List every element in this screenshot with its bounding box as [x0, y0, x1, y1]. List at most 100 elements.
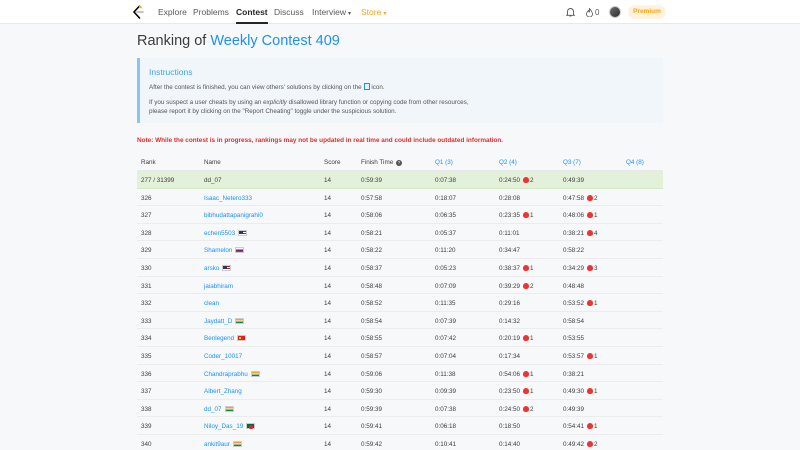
instructions-line-3: please report it by clicking on the "Rep…: [149, 108, 397, 115]
q1-time-cell[interactable]: 0:10:41: [435, 441, 456, 448]
q1-time-cell[interactable]: 0:05:37: [435, 230, 456, 237]
leetcode-logo-icon[interactable]: [130, 4, 146, 20]
q3-time-cell[interactable]: 0:49:42 2: [563, 440, 598, 448]
q3-time-cell[interactable]: 0:38:21: [563, 371, 584, 378]
q3-time-cell[interactable]: 0:47:58 2: [563, 194, 598, 202]
q3-time-cell[interactable]: 0:49:39: [563, 406, 584, 413]
wrong-submission-bug-icon: [523, 264, 530, 271]
q2-time-cell[interactable]: 0:11:01: [499, 230, 520, 237]
q3-time-cell-text: 0:58:22: [563, 247, 585, 255]
header-q4[interactable]: Q4 (8): [626, 159, 644, 166]
rank-cell-text: 336: [141, 370, 152, 378]
q1-time-cell[interactable]: 0:07:39: [435, 318, 456, 325]
avatar[interactable]: [609, 6, 621, 18]
q2-time-cell[interactable]: 0:34:47: [499, 247, 520, 254]
q2-time-cell[interactable]: 0:14:32: [499, 318, 520, 325]
q2-time-cell[interactable]: 0:38:37 1: [499, 264, 534, 272]
q1-time-cell[interactable]: 0:07:38: [435, 406, 456, 413]
ranking-table: Rank Name Score Finish Time ? Q1 (3) Q2 …: [137, 154, 663, 450]
q1-time-cell[interactable]: 0:11:20: [435, 247, 456, 254]
q3-time-cell[interactable]: 0:58:54: [563, 318, 584, 325]
user-name-link[interactable]: Jaydatt_D: [204, 317, 245, 325]
nav-problems[interactable]: Problems: [193, 0, 229, 24]
penalty-count: 1: [594, 300, 598, 308]
user-name-link[interactable]: Benlegend: [204, 335, 247, 342]
q1-time-cell[interactable]: 0:06:18: [435, 423, 456, 430]
user-name-link[interactable]: bibhudattapanigrahi0: [204, 212, 263, 219]
user-name-link[interactable]: Isaac_Netero333: [204, 195, 252, 202]
q2-time-cell[interactable]: 0:29:16: [499, 300, 520, 307]
user-name-link[interactable]: dd_07: [204, 405, 234, 413]
contest-link[interactable]: Weekly Contest 409: [210, 33, 340, 49]
nav-explore[interactable]: Explore: [158, 0, 187, 24]
q1-time-cell[interactable]: 0:09:39: [435, 388, 456, 395]
country-flag-icon: [235, 317, 245, 324]
user-name-link[interactable]: Chandraprabhu: [204, 370, 260, 378]
q3-time-cell[interactable]: 0:53:57 1: [563, 352, 598, 360]
finish-time-cell: 0:58:54: [361, 318, 382, 325]
q2-time-cell[interactable]: 0:18:50: [499, 423, 520, 430]
nav-discuss[interactable]: Discuss: [274, 0, 304, 24]
q1-time-cell[interactable]: 0:07:09: [435, 283, 456, 290]
q3-time-cell[interactable]: 0:34:29 3: [563, 264, 598, 272]
q2-time-cell[interactable]: 0:14:40: [499, 441, 520, 448]
user-name-link[interactable]: Shamelon: [204, 247, 245, 254]
header-q3[interactable]: Q3 (7): [563, 159, 581, 166]
info-icon[interactable]: ?: [395, 160, 402, 166]
score-cell: 14: [324, 406, 331, 413]
streak-counter[interactable]: 0: [586, 0, 599, 24]
q2-time-cell[interactable]: 0:28:08: [499, 195, 520, 202]
finish-time-cell-text: 0:59:42: [361, 440, 383, 448]
bell-icon: [566, 8, 575, 17]
header-q2[interactable]: Q2 (4): [499, 159, 517, 166]
q1-time-cell[interactable]: 0:06:35: [435, 212, 456, 219]
user-name-link[interactable]: Coder_10017: [204, 353, 242, 360]
user-name-link[interactable]: arsko: [204, 264, 232, 272]
score-cell: 14: [324, 265, 331, 272]
q2-time-cell[interactable]: 0:54:06 1: [499, 370, 534, 378]
q3-time-cell[interactable]: 0:38:21 4: [563, 229, 598, 237]
q3-time-cell[interactable]: 0:54:41 1: [563, 423, 598, 430]
q3-time-cell[interactable]: 0:58:22: [563, 247, 584, 254]
nav-store[interactable]: Store ▾: [361, 0, 386, 24]
q2-time-cell[interactable]: 0:17:34: [499, 353, 520, 360]
q2-time-cell-text: 0:23:35: [499, 212, 521, 220]
q1-time-cell[interactable]: 0:07:42: [435, 335, 456, 342]
q3-time-cell[interactable]: 0:53:52 1: [563, 300, 598, 307]
user-name-link[interactable]: dd_07: [204, 177, 222, 184]
q2-time-cell-text: 0:11:01: [499, 229, 520, 237]
table-row: 331 jaiabhiram 14 0:58:48 0:07:09 0:39:29 2 0:4…: [137, 277, 663, 295]
q1-time-cell[interactable]: 0:07:38: [435, 177, 456, 184]
q1-time-cell[interactable]: 0:11:38: [435, 371, 456, 378]
penalty-count: 2: [530, 405, 534, 413]
user-name-link[interactable]: clean: [204, 300, 219, 307]
q1-time-cell[interactable]: 0:11:35: [435, 300, 456, 307]
q2-time-cell[interactable]: 0:20:19 1: [499, 335, 534, 342]
q3-time-cell[interactable]: 0:48:06 1: [563, 212, 598, 219]
user-name-link[interactable]: Niloy_Das_19: [204, 423, 256, 430]
premium-button[interactable]: Premium: [628, 5, 666, 19]
table-row: 333 Jaydatt_D 14 0:58:54 0:07:39 0:14:32 0:58:…: [137, 312, 663, 330]
nav-contest[interactable]: Contest: [236, 0, 268, 24]
nav-store-label: Store: [361, 7, 382, 17]
notifications-button[interactable]: [566, 0, 578, 24]
q2-time-cell[interactable]: 0:24:50 2: [499, 177, 534, 184]
q1-time-cell[interactable]: 0:05:23: [435, 265, 456, 272]
q2-time-cell[interactable]: 0:39:29 2: [499, 282, 534, 290]
q2-time-cell[interactable]: 0:23:35 1: [499, 212, 534, 219]
q2-time-cell[interactable]: 0:24:50 2: [499, 405, 534, 413]
user-name-link[interactable]: Albert_Zhang: [204, 388, 242, 395]
nav-interview[interactable]: Interview ▾: [312, 0, 351, 24]
user-name-link[interactable]: jaiabhiram: [204, 283, 233, 290]
user-name-link[interactable]: ankit9aur: [204, 440, 242, 448]
q2-time-cell[interactable]: 0:23:50 1: [499, 388, 534, 395]
q3-time-cell[interactable]: 0:48:48: [563, 283, 584, 290]
instructions-line-2-em: explicitly: [263, 99, 287, 106]
q3-time-cell[interactable]: 0:49:39: [563, 177, 584, 184]
q3-time-cell[interactable]: 0:53:55: [563, 335, 584, 342]
user-name-link[interactable]: echen5503: [204, 229, 248, 237]
q3-time-cell[interactable]: 0:49:30 1: [563, 388, 598, 395]
q1-time-cell[interactable]: 0:07:04: [435, 353, 456, 360]
q1-time-cell[interactable]: 0:18:07: [435, 195, 456, 202]
header-q1[interactable]: Q1 (3): [435, 159, 453, 166]
